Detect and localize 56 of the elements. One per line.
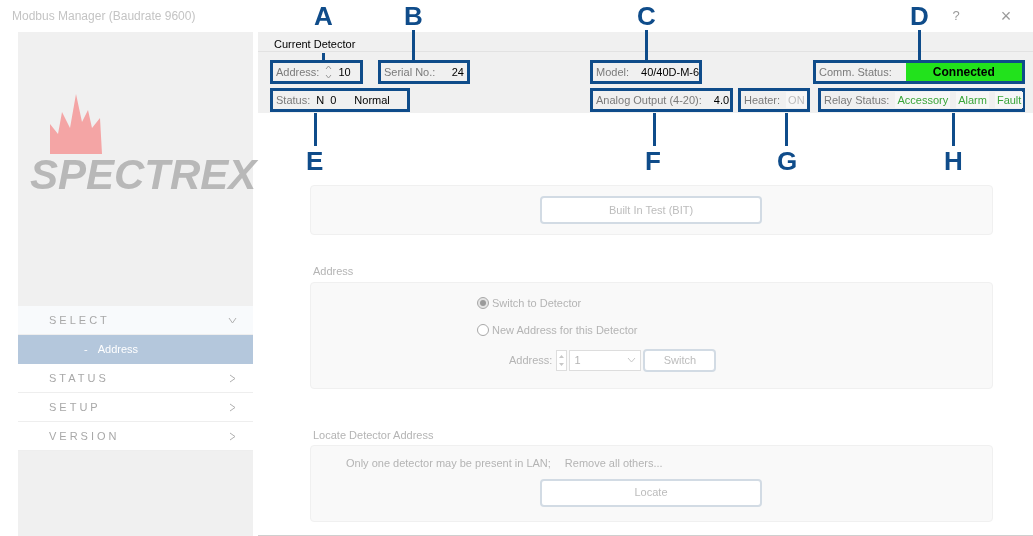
field-label: Serial No.: [384,64,436,80]
callout-label: D [910,3,929,29]
chevron-icon [228,315,237,325]
locate-button[interactable]: Locate [540,478,762,507]
bit-button[interactable]: Built In Test (BIT) [540,196,762,224]
relay-state: Accessory [895,91,951,109]
option-label: Switch to Detector [492,295,582,311]
option-label: New Address for this Detector [492,323,638,338]
group-title: Address [313,264,355,279]
submenu-item[interactable]: - Address [18,335,253,364]
field-label: Status: [276,92,311,108]
relay-state: Alarm [956,91,989,109]
info-text: Only one detector may be present in LAN; [346,456,551,471]
field-label: Heater: [744,92,781,108]
status-badge: Connected [905,63,1022,81]
window-title: Modbus Manager (Baudrate 9600) [12,8,196,25]
address-dropdown[interactable]: 1 [569,349,642,371]
field-value: 4.0 [713,92,730,108]
field-value: N [316,92,325,108]
spinner-icon[interactable] [325,64,333,80]
field-value: 10 [338,64,351,80]
callout-label: C [637,3,656,29]
field-value: Normal [354,92,390,108]
callout-label: H [944,148,963,174]
callout-label: G [777,148,798,174]
field-label: Model: [596,64,630,80]
field-label: Comm. Status: [819,64,892,80]
radio-button[interactable] [477,296,489,309]
heater-state: ON [786,91,807,109]
callout-label: A [314,3,333,29]
menu-item[interactable]: SELECT [18,306,253,335]
caret-icon [627,357,637,363]
field-value: 0 [330,92,337,108]
close-button[interactable]: × [991,2,1021,30]
callout-label: F [645,148,661,174]
logo-text: SPECTREX [30,150,259,200]
help-button[interactable]: ? [941,6,971,26]
chevron-icon [228,402,237,412]
menu-item[interactable]: STATUS [18,364,253,393]
field-value: 24 [451,64,464,80]
field-label: Address: [276,64,320,80]
callout-label: E [306,148,324,174]
field-label: Relay Status: [824,92,890,108]
callout-label: B [404,3,423,29]
switch-button[interactable]: Switch [643,348,717,372]
field-value: 40/40D-M-6 [641,64,700,80]
chevron-icon [228,431,237,441]
group-title: Locate Detector Address [313,427,435,443]
menu-item[interactable]: SETUP [18,393,253,422]
relay-state: Fault [994,91,1024,109]
menu-item[interactable]: VERSION [18,422,253,451]
field-label: Analog Output (4-20): [596,92,702,108]
address-label: Address: [509,352,553,368]
radio-button[interactable] [477,324,489,337]
info-text: Remove all others... [564,456,663,471]
chevron-icon [228,373,237,383]
